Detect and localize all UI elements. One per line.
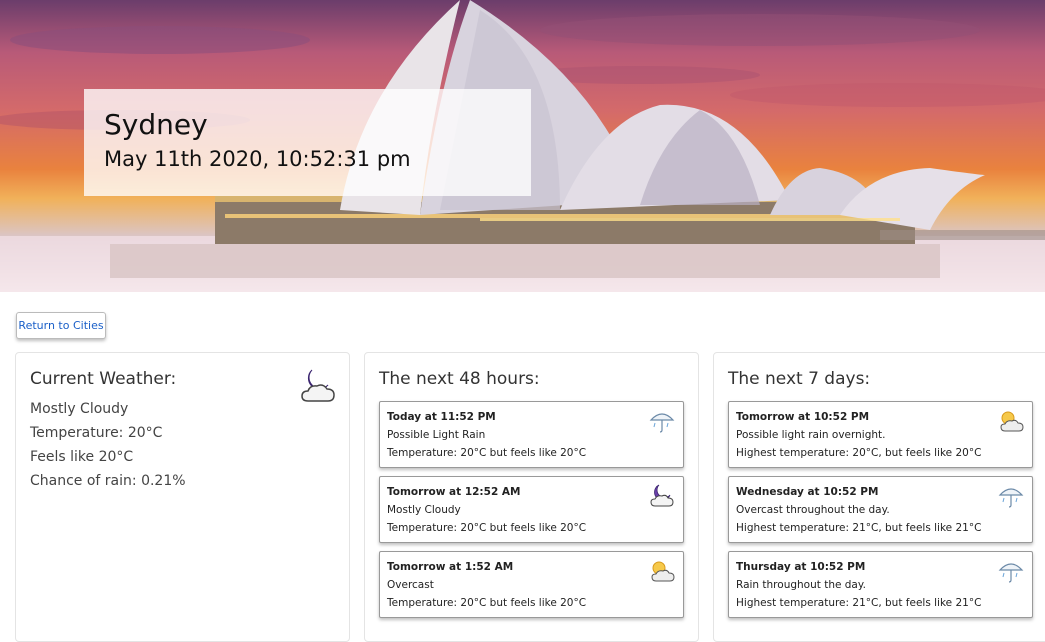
sun-cloud-icon bbox=[651, 561, 675, 582]
forecast-time: Tomorrow at 12:52 AM bbox=[387, 486, 521, 498]
forecast-summary: Possible light rain overnight. bbox=[736, 429, 886, 441]
hourly-forecast-panel: The next 48 hours: Today at 11:52 PM Pos… bbox=[364, 352, 699, 642]
umbrella-rain-icon bbox=[998, 563, 1024, 583]
sun-cloud-icon bbox=[1000, 411, 1024, 432]
forecast-temperature: Temperature: 20°C but feels like 20°C bbox=[387, 597, 587, 609]
return-to-cities-button[interactable]: Return to Cities bbox=[16, 312, 106, 339]
daily-forecast-card: Tomorrow at 10:52 PM Possible light rain… bbox=[728, 401, 1033, 468]
current-datetime: May 11th 2020, 10:52:31 pm bbox=[104, 147, 411, 171]
daily-forecast-panel: The next 7 days: Tomorrow at 10:52 PM Po… bbox=[713, 352, 1045, 642]
current-weather-details: Mostly Cloudy Temperature: 20°C Feels li… bbox=[30, 397, 186, 493]
forecast-time: Tomorrow at 1:52 AM bbox=[387, 561, 514, 573]
forecast-temperature: Highest temperature: 21°C, but feels lik… bbox=[736, 522, 982, 534]
forecast-time: Tomorrow at 10:52 PM bbox=[736, 411, 870, 423]
umbrella-rain-icon bbox=[649, 413, 675, 433]
title-card: Sydney May 11th 2020, 10:52:31 pm bbox=[84, 89, 531, 196]
current-feels-like: Feels like 20°C bbox=[30, 449, 134, 465]
forecast-summary: Overcast bbox=[387, 579, 434, 591]
forecast-summary: Mostly Cloudy bbox=[387, 504, 461, 516]
partly-cloudy-night-icon bbox=[301, 369, 335, 402]
hourly-forecast-card: Today at 11:52 PM Possible Light Rain Te… bbox=[379, 401, 684, 468]
current-weather-title: Current Weather: bbox=[30, 369, 177, 389]
forecast-summary: Possible Light Rain bbox=[387, 429, 486, 441]
forecast-temperature: Highest temperature: 21°C, but feels lik… bbox=[736, 597, 982, 609]
forecast-summary: Rain throughout the day. bbox=[736, 579, 866, 591]
forecast-time: Thursday at 10:52 PM bbox=[736, 561, 866, 573]
hourly-forecast-title: The next 48 hours: bbox=[379, 369, 540, 389]
umbrella-rain-icon bbox=[998, 488, 1024, 508]
forecast-temperature: Temperature: 20°C but feels like 20°C bbox=[387, 522, 587, 534]
forecast-time: Wednesday at 10:52 PM bbox=[736, 486, 879, 498]
forecast-time: Today at 11:52 PM bbox=[387, 411, 496, 423]
current-temperature: Temperature: 20°C bbox=[30, 425, 163, 441]
hourly-forecast-card: Tomorrow at 12:52 AM Mostly Cloudy Tempe… bbox=[379, 476, 684, 543]
daily-forecast-card: Thursday at 10:52 PM Rain throughout the… bbox=[728, 551, 1033, 618]
forecast-summary: Overcast throughout the day. bbox=[736, 504, 890, 516]
current-rain-chance: Chance of rain: 0.21% bbox=[30, 473, 186, 489]
partly-cloudy-night-icon bbox=[650, 484, 674, 507]
city-name: Sydney bbox=[104, 108, 208, 141]
current-weather-panel: Current Weather: Mostly Cloudy Temperatu… bbox=[15, 352, 350, 642]
current-summary: Mostly Cloudy bbox=[30, 401, 129, 417]
hourly-forecast-card: Tomorrow at 1:52 AM Overcast Temperature… bbox=[379, 551, 684, 618]
daily-forecast-title: The next 7 days: bbox=[728, 369, 871, 389]
forecast-temperature: Temperature: 20°C but feels like 20°C bbox=[387, 447, 587, 459]
hero-banner: Sydney May 11th 2020, 10:52:31 pm bbox=[0, 0, 1045, 292]
forecast-temperature: Highest temperature: 20°C, but feels lik… bbox=[736, 447, 982, 459]
daily-forecast-card: Wednesday at 10:52 PM Overcast throughou… bbox=[728, 476, 1033, 543]
